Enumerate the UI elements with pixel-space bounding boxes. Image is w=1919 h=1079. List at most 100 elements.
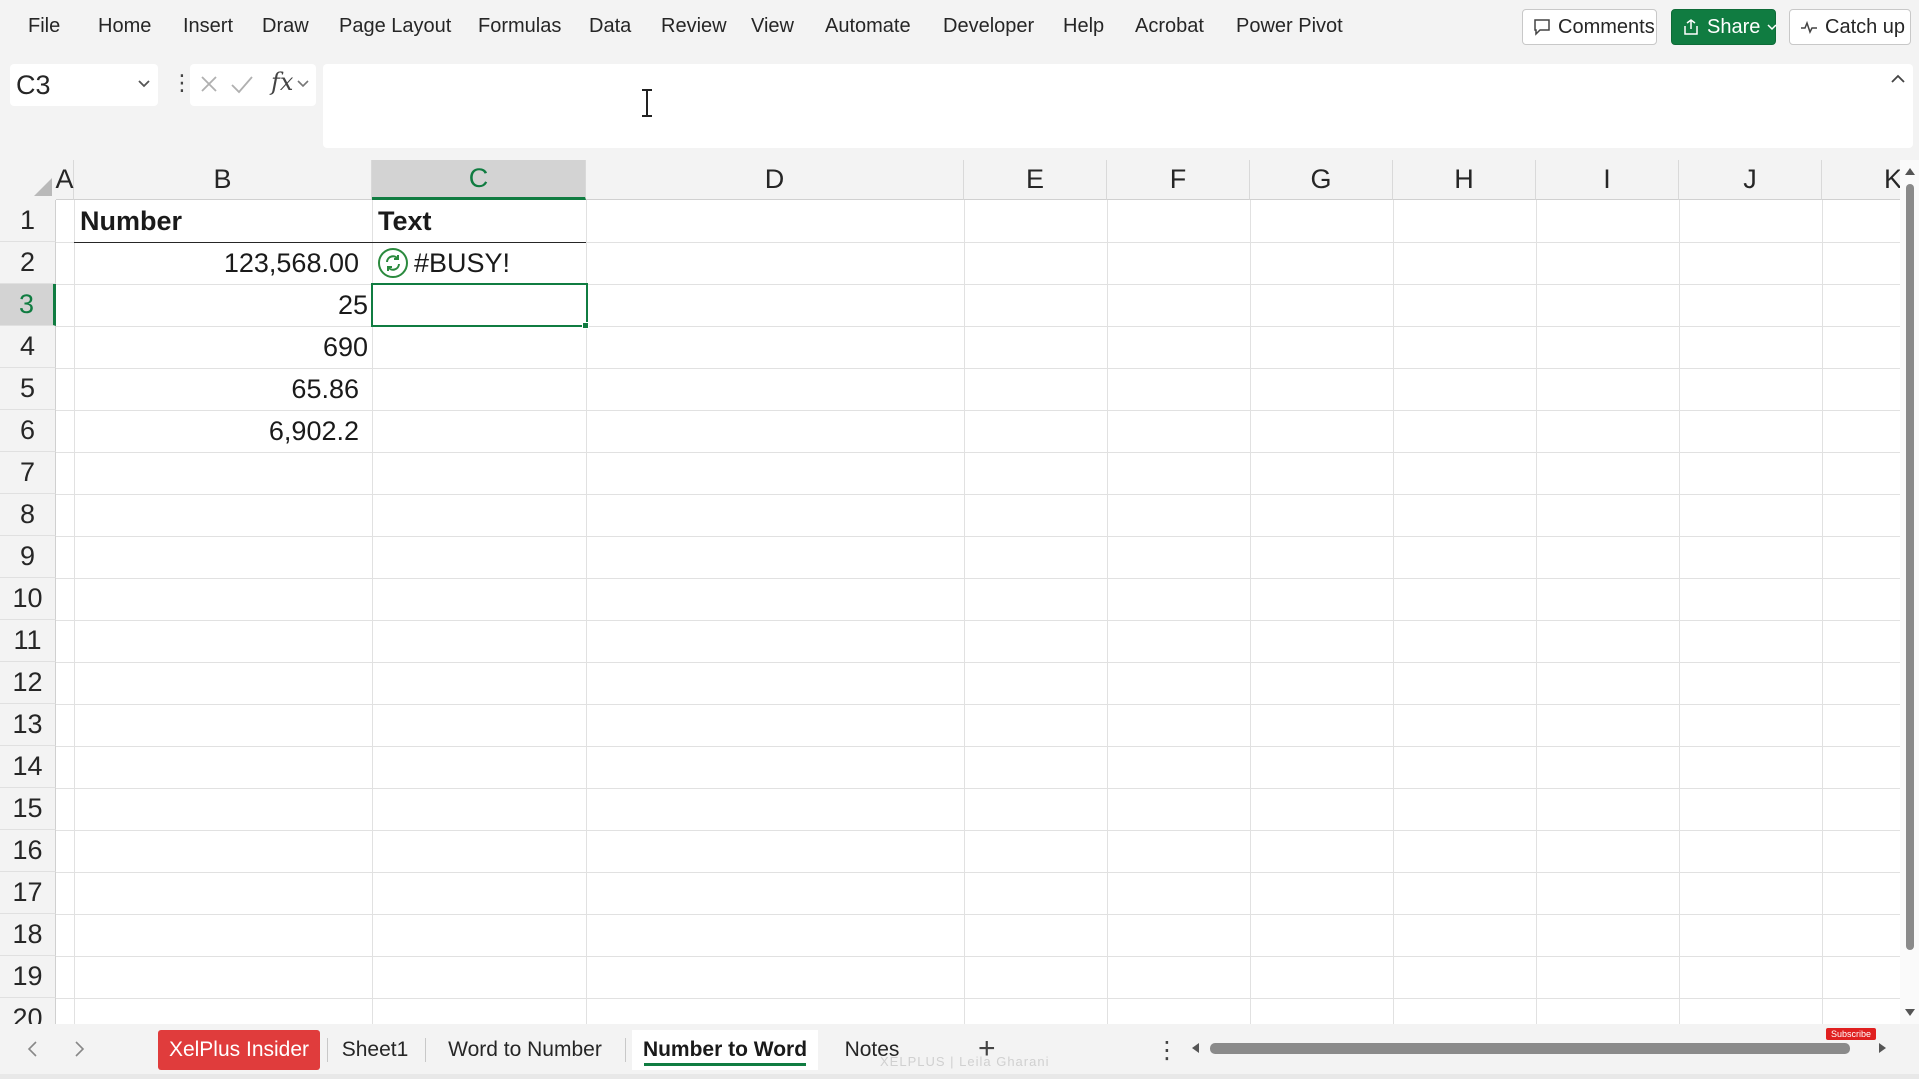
enter-check-icon[interactable]: [230, 73, 254, 95]
row-header-12[interactable]: 12: [0, 662, 56, 704]
column-header-d[interactable]: D: [586, 160, 964, 200]
cell-b3[interactable]: 25: [74, 284, 372, 326]
row-header-19[interactable]: 19: [0, 956, 56, 998]
menu-file[interactable]: File: [28, 15, 60, 38]
menu-home[interactable]: Home: [98, 15, 151, 38]
chevron-down-icon[interactable]: [136, 75, 152, 91]
column-header-f[interactable]: F: [1107, 160, 1250, 200]
row-header-15[interactable]: 15: [0, 788, 56, 830]
chevron-left-icon[interactable]: [26, 1040, 38, 1058]
cell-b5[interactable]: 65.86: [74, 368, 372, 410]
column-header-j[interactable]: J: [1679, 160, 1822, 200]
scroll-up-icon[interactable]: [1904, 166, 1916, 176]
cancel-icon[interactable]: [198, 73, 220, 95]
gridline: [56, 536, 1900, 537]
row-header-7[interactable]: 7: [0, 452, 56, 494]
menu-formulas[interactable]: Formulas: [478, 15, 561, 38]
menu-insert[interactable]: Insert: [183, 15, 233, 38]
cell-b2[interactable]: 123,568.00: [74, 242, 372, 284]
tab-separator: [327, 1038, 328, 1062]
row-header-1[interactable]: 1: [0, 200, 56, 242]
row-header-11[interactable]: 11: [0, 620, 56, 662]
cell-c2[interactable]: #BUSY!: [378, 242, 586, 284]
row-header-14[interactable]: 14: [0, 746, 56, 788]
menu-developer[interactable]: Developer: [943, 15, 1034, 38]
row-header-6[interactable]: 6: [0, 410, 56, 452]
fill-handle[interactable]: [582, 322, 589, 329]
row-header-5[interactable]: 5: [0, 368, 56, 410]
vertical-scrollbar[interactable]: [1900, 160, 1919, 1024]
vertical-scroll-thumb[interactable]: [1906, 184, 1914, 950]
more-options-icon[interactable]: ⋮: [1155, 1036, 1179, 1065]
collapse-formula-bar-icon[interactable]: [1890, 72, 1906, 84]
row-header-18[interactable]: 18: [0, 914, 56, 956]
gridline: [56, 704, 1900, 705]
row-header-4[interactable]: 4: [0, 326, 56, 368]
cell-c1[interactable]: Text: [372, 200, 586, 242]
row-header-17[interactable]: 17: [0, 872, 56, 914]
chevron-down-icon[interactable]: [296, 78, 310, 90]
menu-page-layout[interactable]: Page Layout: [339, 15, 451, 38]
cell-b4[interactable]: 690: [74, 326, 372, 368]
gridline: [56, 788, 1900, 789]
column-header-c[interactable]: C: [372, 160, 586, 200]
chevron-right-icon[interactable]: [74, 1040, 86, 1058]
menu-data[interactable]: Data: [589, 15, 631, 38]
catch-up-button[interactable]: Catch up: [1789, 9, 1911, 45]
worksheet-grid[interactable]: A B C D E F G H I J K 1 2 3 4 5 6 7 8 9 …: [0, 160, 1919, 1024]
menu-view[interactable]: View: [751, 15, 794, 38]
scroll-down-icon[interactable]: [1904, 1008, 1916, 1018]
status-bar: [0, 1074, 1919, 1079]
row-header-20[interactable]: 20: [0, 998, 56, 1024]
horizontal-scroll-thumb[interactable]: [1210, 1043, 1850, 1054]
column-header-h[interactable]: H: [1393, 160, 1536, 200]
menu-automate[interactable]: Automate: [825, 15, 911, 38]
gridline: [964, 200, 965, 1024]
menu-bar: File Home Insert Draw Page Layout Formul…: [0, 0, 1919, 54]
horizontal-scrollbar[interactable]: [1190, 1038, 1890, 1058]
cell-b1[interactable]: Number: [74, 200, 372, 242]
watermark: XELPLUS | Leila Gharani: [880, 1054, 1050, 1069]
row-header-8[interactable]: 8: [0, 494, 56, 536]
menu-power-pivot[interactable]: Power Pivot: [1236, 15, 1343, 38]
name-box[interactable]: C3: [10, 64, 158, 106]
sheet-tab-sheet1[interactable]: Sheet1: [332, 1030, 418, 1070]
tab-separator: [625, 1038, 626, 1062]
row-header-13[interactable]: 13: [0, 704, 56, 746]
row-header-9[interactable]: 9: [0, 536, 56, 578]
gridline: [56, 830, 1900, 831]
menu-help[interactable]: Help: [1063, 15, 1104, 38]
text-cursor-icon: [642, 89, 652, 117]
catch-up-label: Catch up: [1825, 15, 1906, 38]
column-header-g[interactable]: G: [1250, 160, 1393, 200]
active-cell-c3[interactable]: [371, 283, 588, 327]
row-header-3[interactable]: 3: [0, 284, 56, 326]
column-header-b[interactable]: B: [74, 160, 372, 200]
column-header-a[interactable]: A: [56, 160, 74, 200]
subscribe-badge: Subscribe: [1826, 1028, 1877, 1040]
formula-input[interactable]: [323, 64, 1913, 148]
comments-button[interactable]: Comments: [1522, 9, 1657, 45]
menu-acrobat[interactable]: Acrobat: [1135, 15, 1204, 38]
gridline: [56, 578, 1900, 579]
scroll-right-icon[interactable]: [1878, 1042, 1888, 1054]
gridline: [56, 452, 1900, 453]
row-header-10[interactable]: 10: [0, 578, 56, 620]
gridline: [56, 998, 1900, 999]
column-header-e[interactable]: E: [964, 160, 1107, 200]
share-button[interactable]: Share: [1671, 9, 1777, 45]
column-header-i[interactable]: I: [1536, 160, 1679, 200]
sheet-tab-number-to-word[interactable]: Number to Word: [632, 1030, 818, 1070]
menu-draw[interactable]: Draw: [262, 15, 309, 38]
menu-review[interactable]: Review: [661, 15, 727, 38]
sheet-tab-xelplus-insider[interactable]: XelPlus Insider: [158, 1030, 320, 1070]
select-all-corner[interactable]: [0, 160, 56, 200]
scroll-left-icon[interactable]: [1190, 1042, 1200, 1054]
row-header-2[interactable]: 2: [0, 242, 56, 284]
sheet-tab-word-to-number[interactable]: Word to Number: [432, 1030, 618, 1070]
comment-icon: [1534, 19, 1550, 36]
insert-function-button[interactable]: fx: [271, 68, 293, 96]
gridline: [1822, 200, 1823, 1024]
row-header-16[interactable]: 16: [0, 830, 56, 872]
cell-b6[interactable]: 6,902.2: [74, 410, 372, 452]
